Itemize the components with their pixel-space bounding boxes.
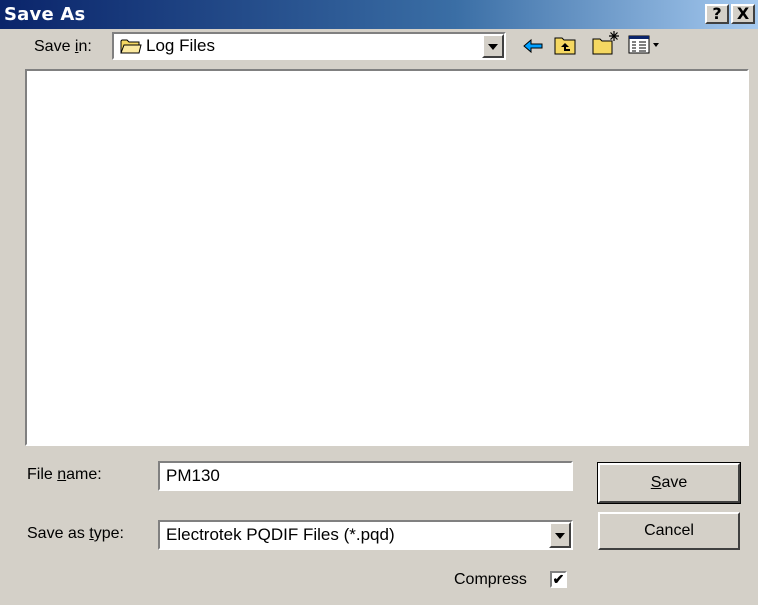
save-as-type-dropdown-button[interactable] [549, 522, 571, 548]
save-in-value: Log Files [146, 36, 215, 55]
title-bar[interactable]: Save As ? X [0, 0, 758, 29]
save-button[interactable]: Save [597, 462, 741, 504]
compress-label: Compress [454, 571, 527, 588]
chevron-down-icon [555, 533, 565, 539]
view-menu-icon[interactable] [628, 34, 662, 56]
cancel-button[interactable]: Cancel [598, 512, 740, 550]
chevron-down-icon [488, 44, 498, 50]
save-in-dropdown[interactable]: Log Files [112, 32, 506, 60]
close-button[interactable]: X [731, 4, 755, 24]
file-name-label: File name: [27, 466, 102, 483]
create-new-folder-icon[interactable] [592, 30, 622, 56]
file-name-input[interactable]: PM130 [158, 461, 573, 491]
file-list[interactable] [25, 69, 749, 446]
save-in-label: Save in: [34, 38, 92, 55]
help-button[interactable]: ? [705, 4, 729, 24]
file-name-value: PM130 [166, 466, 220, 485]
save-as-type-value: Electrotek PQDIF Files (*.pqd) [166, 525, 395, 544]
save-as-dialog: Save As ? X Save in: Log Files File name… [0, 0, 758, 605]
folder-icon [120, 39, 142, 54]
compress-checkbox[interactable]: ✔ [550, 571, 567, 588]
save-in-dropdown-button[interactable] [482, 34, 504, 58]
back-arrow-icon[interactable] [522, 36, 544, 56]
up-one-level-icon[interactable] [554, 34, 578, 56]
save-as-type-dropdown[interactable]: Electrotek PQDIF Files (*.pqd) [158, 520, 573, 550]
save-as-type-label: Save as type: [27, 525, 124, 542]
window-title: Save As [4, 4, 86, 25]
